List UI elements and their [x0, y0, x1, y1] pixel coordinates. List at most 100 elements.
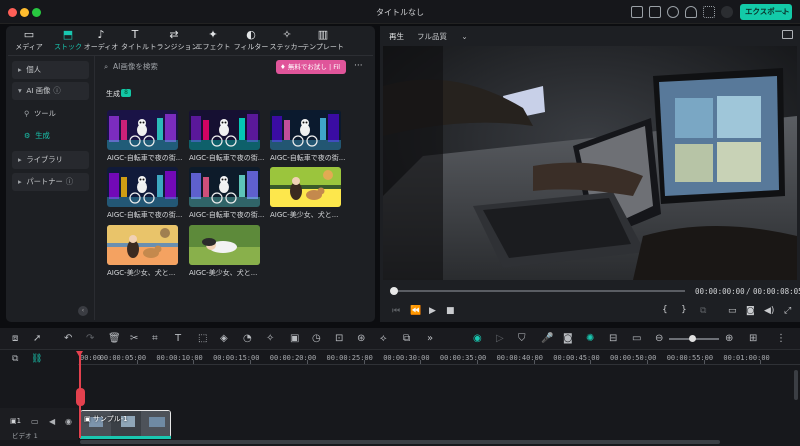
clip-audio-bar [80, 436, 171, 439]
tab-playback[interactable]: 再生 [389, 31, 404, 42]
zoom-in-icon[interactable]: ⊕ [725, 333, 733, 344]
thumbnail-6[interactable] [270, 167, 341, 207]
mask-icon[interactable]: ▣ [290, 333, 299, 344]
cloud-icon[interactable] [667, 6, 679, 18]
tab-template[interactable]: ▥ テンプレート [302, 28, 344, 52]
crop-icon[interactable]: ⌗ [152, 333, 158, 344]
search-input[interactable]: ⌕ AI画像を検索 [104, 60, 272, 74]
ai-icon[interactable]: ✧ [266, 333, 274, 344]
count-badge: 8 [121, 89, 131, 97]
sidebar-item-partner[interactable]: ▸ パートナー ⓘ [12, 173, 89, 191]
image-snapshot-icon[interactable] [782, 30, 793, 39]
folder-icon[interactable]: ▭ [31, 417, 39, 426]
color-icon[interactable]: ◈ [220, 333, 228, 344]
stabilize-icon[interactable]: ⊡ [335, 333, 343, 344]
thumbnail-image [107, 167, 178, 207]
mark-in-icon[interactable]: { [662, 305, 668, 315]
delete-icon[interactable]: 🗑 [108, 333, 121, 344]
zoom-out-icon[interactable]: ⊖ [655, 333, 663, 344]
link-icon[interactable]: ⛓ [31, 354, 42, 364]
step-back-icon[interactable]: ⏪ [410, 306, 421, 316]
fullscreen-icon[interactable]: ⤢ [784, 306, 791, 316]
timer-icon[interactable]: ◷ [312, 333, 321, 344]
cut-icon[interactable]: ✂ [130, 333, 138, 344]
voice-icon[interactable]: ◙ [563, 333, 573, 344]
sidebar-item-personal[interactable]: ▸ 個人 [12, 61, 89, 79]
export-button[interactable]: エクスポート ⌄ [740, 4, 792, 20]
sidebar-item-library[interactable]: ▸ ライブラリ [12, 151, 89, 169]
redo-icon[interactable]: ↷ [86, 333, 94, 344]
keyframe-icon[interactable]: ⬚ [198, 333, 207, 344]
ai-sparkle-icon[interactable]: ✺ [586, 333, 594, 344]
motion-icon[interactable]: ⊛ [357, 333, 365, 344]
thumbnail-5[interactable] [189, 167, 260, 207]
thumbnail-1[interactable] [107, 110, 178, 150]
more-options-icon[interactable]: ··· [354, 61, 363, 71]
stop-icon[interactable]: ■ [446, 306, 455, 316]
thumbnail-image [107, 225, 178, 265]
template-icon: ▥ [317, 28, 329, 41]
track-label: ビデオ 1 [12, 432, 38, 440]
thumbnail-8[interactable] [189, 225, 260, 265]
add-track-icon[interactable]: ⧉ [12, 354, 18, 364]
save-icon[interactable] [649, 6, 661, 18]
snap-icon[interactable]: ⟡ [380, 333, 387, 344]
render-icon[interactable]: ⧉ [700, 306, 706, 316]
seek-handle[interactable] [390, 287, 398, 295]
timeline-scrollbar[interactable] [80, 440, 720, 444]
sidebar-subitem-generate[interactable]: ⚙ 生成 [24, 131, 50, 141]
tab-media[interactable]: ▭ メディア [8, 28, 50, 52]
camera-icon[interactable]: ◙ [746, 306, 755, 316]
tab-effect[interactable]: ✦ エフェクト [192, 28, 234, 52]
vertical-scrollbar[interactable] [794, 370, 798, 400]
ruler-tick-label: 00:00:05:00 [99, 354, 147, 362]
display-icon[interactable]: ▭ [728, 306, 737, 316]
undo-icon[interactable]: ↶ [64, 333, 72, 344]
more-tools-icon[interactable]: » [427, 333, 433, 344]
generate-icon: ⚙ [24, 131, 31, 140]
playhead[interactable] [79, 352, 81, 438]
eye-icon[interactable]: ◉ [65, 417, 72, 426]
select-icon[interactable]: ➚ [33, 333, 41, 344]
headset-icon[interactable] [685, 6, 697, 18]
tab-label: ストック [54, 43, 82, 51]
speed-icon[interactable]: ◔ [243, 333, 252, 344]
thumbnail-7[interactable] [107, 225, 178, 265]
quality-select[interactable]: フル品質 ⌄ [417, 31, 468, 42]
speaker-icon[interactable]: ◀ [49, 417, 55, 426]
split-view-icon[interactable]: ⧈ [12, 333, 18, 344]
text-icon[interactable]: T [175, 333, 181, 344]
zoom-slider-handle[interactable] [689, 335, 696, 342]
sidebar-item-ai-image[interactable]: ▾ AI 画像 ⓘ [12, 82, 89, 100]
sidebar-divider [94, 56, 95, 320]
trial-label: 無料でお試し | Fil [287, 63, 341, 71]
tab-label: タイトル [121, 43, 149, 51]
prev-frame-icon[interactable]: ⏮ [392, 306, 400, 316]
collapse-sidebar-button[interactable]: ‹ [78, 306, 88, 316]
sidebar-subitem-tool[interactable]: ⚲ ツール [24, 109, 56, 119]
play-range-icon[interactable]: ▷ [496, 333, 504, 344]
subtitle-icon[interactable]: ▭ [632, 333, 641, 344]
split-audio-icon[interactable]: ⊟ [609, 333, 617, 344]
shield-icon[interactable]: ⛉ [518, 333, 526, 344]
auto-ripple-icon[interactable]: ◉ [473, 333, 482, 344]
grid-apps-icon[interactable] [703, 6, 715, 18]
monitor-icon[interactable] [631, 6, 643, 18]
panel-options-icon[interactable]: ⋮ [776, 333, 786, 344]
volume-icon[interactable]: ◀) [764, 306, 774, 316]
playhead-handle[interactable] [76, 388, 85, 406]
mark-out-icon[interactable]: } [681, 305, 687, 315]
seek-bar[interactable] [393, 290, 685, 292]
thumbnail-3[interactable] [270, 110, 341, 150]
tab-label: テンプレート [302, 43, 344, 51]
play-icon[interactable]: ▶ [429, 306, 436, 316]
thumbnail-label: AIGC-自転車で夜の街... [189, 154, 265, 162]
layout-icon[interactable]: ⊞ [749, 333, 757, 344]
thumbnail-4[interactable] [107, 167, 178, 207]
thumbnail-2[interactable] [189, 110, 260, 150]
avatar[interactable] [721, 6, 733, 18]
group-icon[interactable]: ⧉ [403, 333, 410, 344]
video-clip[interactable]: ▣ サンプル-1 [80, 410, 171, 438]
free-trial-button[interactable]: ♦ 無料でお試し | Fil [276, 60, 346, 74]
mic-icon[interactable]: 🎤 [541, 333, 553, 344]
